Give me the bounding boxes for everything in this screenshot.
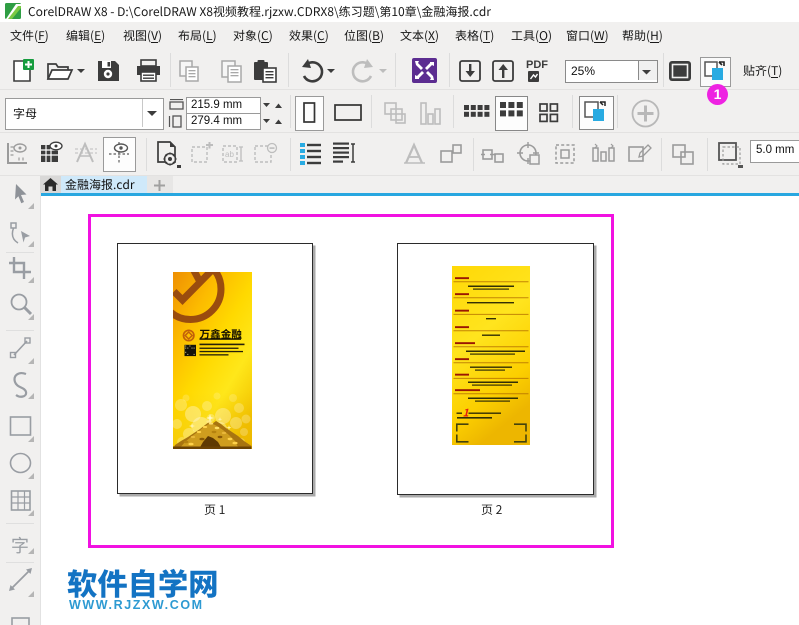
svg-text:ab: ab — [225, 150, 234, 159]
svg-text:PDF: PDF — [526, 59, 548, 71]
